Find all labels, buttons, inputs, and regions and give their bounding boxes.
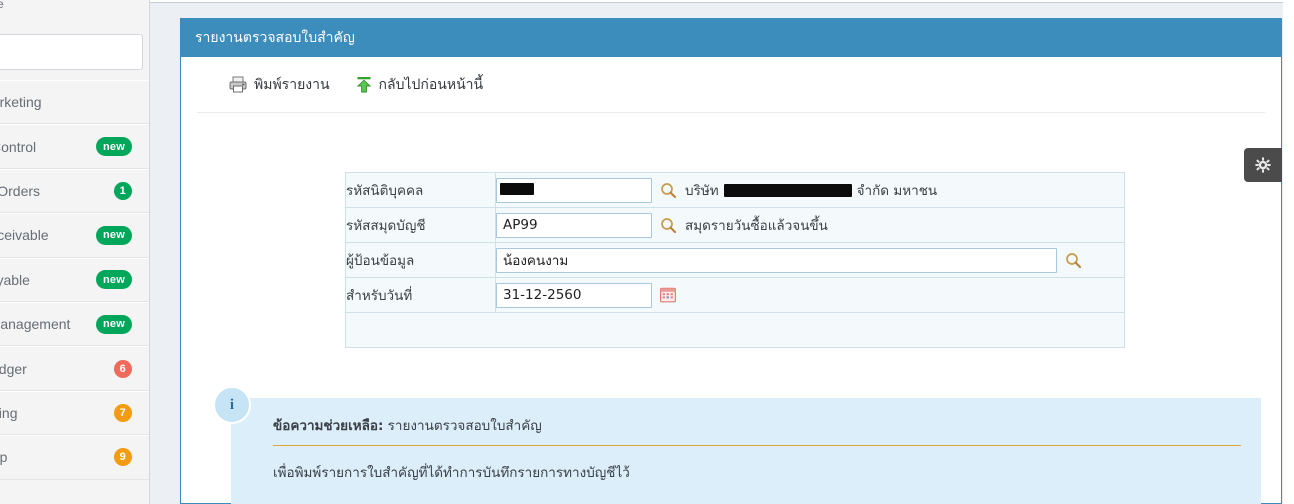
book-name-display: สมุดรายวันซื้อแล้วจนขึ้น [685,218,828,234]
table-row: รหัสนิติบุคคล บริษัท จำกัด มหาชน [345,172,1125,208]
page-title: รายงานตรวจสอบใบสำคัญ [195,29,355,46]
redaction-bar [500,182,534,195]
row-field: สมุดรายวันซื้อแล้วจนขึ้น [495,207,1125,243]
sidebar-item-6[interactable]: eral Ledger 6 [0,346,149,391]
info-icon: i [213,386,251,424]
empty-cell [345,312,1125,348]
search-input[interactable] [0,35,143,69]
print-report-label: พิมพ์รายงาน [254,76,330,93]
sidebar-menu: s & Marketing ntory Control new chase Or… [0,80,149,480]
panel-header: รายงานตรวจสอบใบสำคัญ [181,18,1281,57]
sidebar-item-label: unt Payable [0,271,30,288]
report-filter-form: รหัสนิติบุคคล บริษัท จำกัด มหาชน รหัสสมุ… [345,172,1125,348]
app-root: Online s & Marketing ntory Control new c… [0,0,1294,504]
sidebar-item-1[interactable]: ntory Control new [0,124,149,169]
sidebar: Online s & Marketing ntory Control new c… [0,0,150,504]
search-button[interactable] [143,35,150,69]
help-title-label: ข้อความช่วยเหลือ: [273,418,384,434]
search-icon [149,44,150,61]
sidebar-item-7[interactable]: ufacturing 7 [0,390,149,436]
sidebar-item-label: unt Receivable [0,227,49,244]
up-arrow-to-bar-icon [356,77,371,93]
sidebar-search[interactable] [0,34,143,70]
toolbar: พิมพ์รายงาน กลับไปก่อนหน้านี้ [197,57,1265,113]
sidebar-item-badge: new [96,270,132,290]
search-icon [661,217,677,233]
sidebar-item-badge: 9 [113,448,132,467]
sidebar-item-label: ufacturing [0,404,18,421]
row-label: ผู้ป้อนข้อมูล [345,242,496,278]
sidebar-item-badge: 7 [113,403,132,422]
online-label: Online [0,0,4,11]
data-entry-person-input[interactable] [496,247,1057,273]
gear-icon [1255,157,1271,173]
calendar-icon [660,287,677,303]
row-label: รหัสสมุดบัญชี [345,207,496,243]
row-label: รหัสนิติบุคคล [345,172,496,208]
sidebar-item-5[interactable]: ncial Management new [0,301,149,347]
sidebar-item-0[interactable]: s & Marketing [0,80,149,125]
right-margin [1283,0,1294,504]
printer-icon [229,76,247,93]
settings-tab-button[interactable] [1244,148,1282,182]
row-field: บริษัท จำกัด มหาชน [495,172,1125,208]
company-suffix: จำกัด มหาชน [856,183,938,199]
sidebar-item-label: chase Orders [0,182,41,199]
juristic-code-lookup-button[interactable] [660,182,677,199]
search-icon [661,182,677,198]
go-back-button[interactable]: กลับไปก่อนหน้านี้ [356,74,484,96]
date-picker-button[interactable] [660,287,677,303]
data-entry-person-lookup-button[interactable] [1065,252,1082,269]
help-title-value: รายงานตรวจสอบใบสำคัญ [387,418,542,434]
sidebar-item-label: ntory Control [0,138,37,155]
sidebar-item-3[interactable]: unt Receivable new [0,213,149,258]
help-message-box: i ข้อความช่วยเหลือ: รายงานตรวจสอบใบสำคัญ… [213,386,1261,504]
search-icon [1066,252,1082,268]
book-code-lookup-button[interactable] [660,217,677,234]
table-row: รหัสสมุดบัญชี สมุดรายวันซ [345,207,1125,243]
sidebar-item-label: ncial Management [0,316,71,333]
sidebar-item-badge: 1 [113,181,132,200]
date-input[interactable] [496,282,652,308]
table-row-empty [345,312,1125,348]
company-name-display: บริษัท จำกัด มหาชน [685,179,937,201]
sidebar-item-label: eral Ledger [0,360,27,377]
top-divider [149,0,1294,3]
juristic-code-wrap [496,177,652,203]
sidebar-item-label: s & Marketing [0,94,42,111]
redaction-bar [723,183,852,197]
company-prefix: บริษัท [685,183,719,199]
book-code-input[interactable] [496,212,652,238]
sidebar-item-4[interactable]: unt Payable new [0,257,149,302]
sidebar-item-badge: new [96,225,132,245]
filter-table: รหัสนิติบุคคล บริษัท จำกัด มหาชน รหัสสมุ… [345,172,1125,348]
sidebar-item-badge: new [96,314,132,334]
online-status: Online [0,0,4,14]
print-report-button[interactable]: พิมพ์รายงาน [229,74,330,96]
help-title: ข้อความช่วยเหลือ: รายงานตรวจสอบใบสำคัญ [273,414,1241,446]
report-panel: รายงานตรวจสอบใบสำคัญ พิมพ์รายงาน กลับไปก… [180,18,1282,504]
row-field [495,242,1125,278]
sidebar-item-badge: 6 [113,359,132,378]
sidebar-item-label: al Setup [0,449,8,466]
sidebar-item-8[interactable]: al Setup 9 [0,435,149,480]
sidebar-item-badge: new [96,137,132,157]
row-field [495,277,1125,313]
table-row: ผู้ป้อนข้อมูล [345,242,1125,278]
go-back-label: กลับไปก่อนหน้านี้ [378,76,484,93]
row-label: สำหรับวันที่ [345,277,496,313]
sidebar-item-2[interactable]: chase Orders 1 [0,168,149,214]
help-body: เพื่อพิมพ์รายการใบสำคัญที่ได้ทำการบันทึก… [273,465,630,481]
table-row: สำหรับวันที่ [345,277,1125,313]
